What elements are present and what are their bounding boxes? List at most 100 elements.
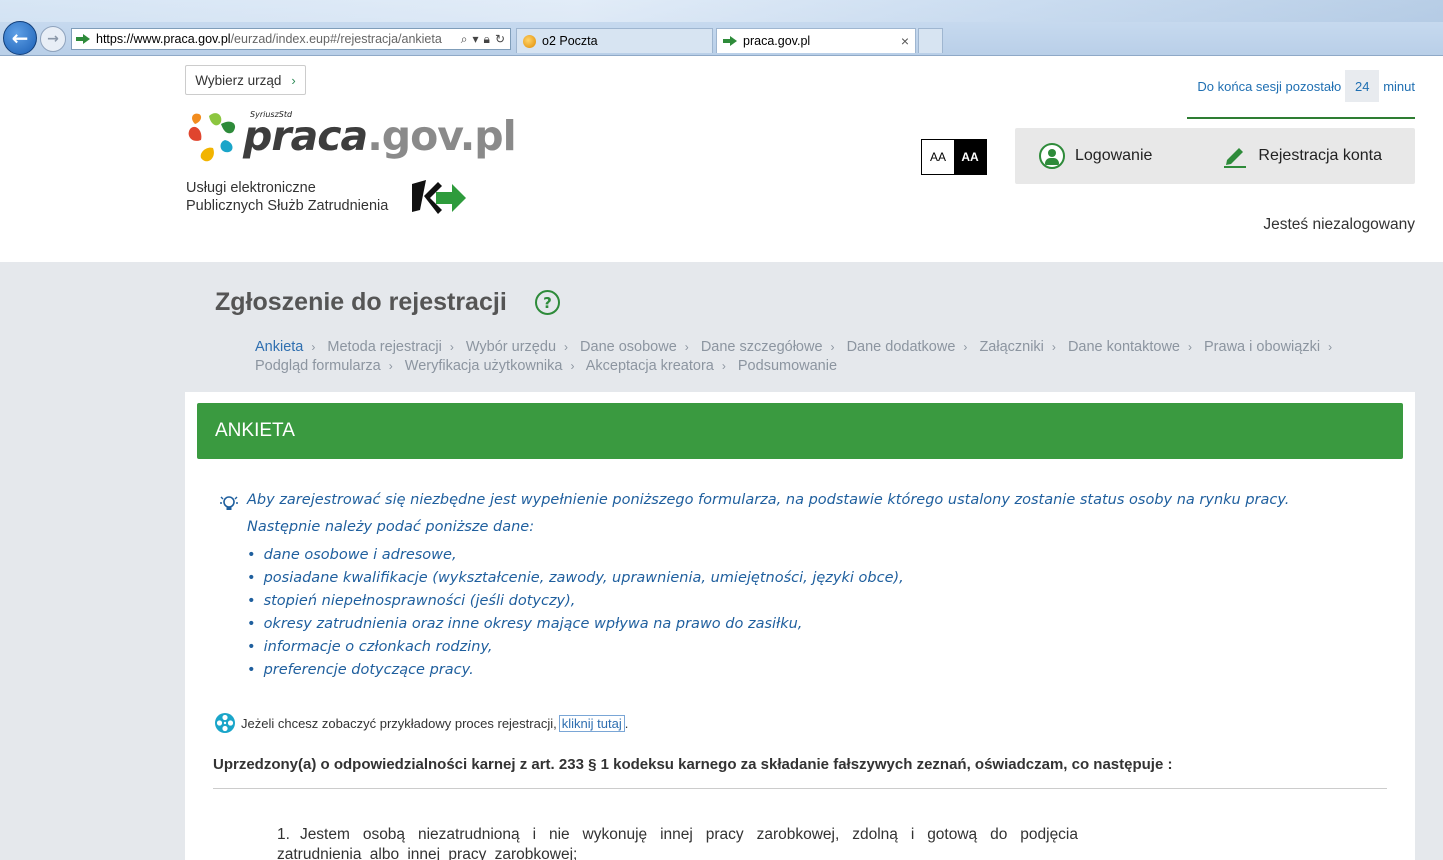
logo-text: praca.gov.pl	[243, 116, 517, 157]
session-suffix: minut	[1383, 78, 1415, 94]
step-9: Prawa i obowiązki	[1204, 339, 1321, 355]
font-normal-button[interactable]: AA	[922, 140, 954, 174]
font-contrast-button[interactable]: AA	[954, 140, 986, 174]
o2-icon	[523, 34, 536, 48]
example-text: Jeżeli chcesz zobaczyć przykładowy proce…	[241, 715, 557, 731]
step-8: Dane kontaktowe	[1067, 339, 1180, 355]
list-item: dane osobowe i adresowe,	[247, 547, 904, 570]
help-icon[interactable]: ?	[535, 290, 560, 315]
register-label: Rejestracja konta	[1258, 147, 1383, 164]
declaration-number: 1.	[277, 826, 290, 843]
chevron-right-icon: ›	[449, 340, 454, 354]
divider	[213, 788, 1387, 789]
tagline-line2: Publicznych Służb Zatrudnienia	[186, 198, 389, 214]
logo-praca: praca	[243, 112, 368, 160]
example-process: Jeżeli chcesz zobaczyć przykładowy proce…	[214, 712, 628, 734]
tab-label: praca.gov.pl	[743, 34, 811, 48]
chevron-right-icon: ›	[721, 359, 726, 373]
tagline-line1: Usługi elektroniczne	[186, 180, 316, 196]
list-item: posiadane kwalifikacje (wykształcenie, z…	[247, 570, 904, 593]
auth-panel: Logowanie Rejestracja konta	[1015, 128, 1415, 184]
lock-icon[interactable]: 🔒︎	[484, 32, 490, 47]
user-icon	[1039, 143, 1065, 169]
chevron-right-icon: ›	[564, 340, 569, 354]
login-status: Jesteś niezalogowany	[1263, 216, 1415, 233]
chevron-right-icon: ›	[388, 359, 393, 373]
choose-office-label: Wybierz urząd	[195, 72, 282, 88]
example-end: .	[624, 715, 629, 731]
chevron-right-icon: ›	[291, 72, 296, 88]
tab-praca-gov[interactable]: praca.gov.pl ×	[716, 28, 916, 53]
step-13: Podsumowanie	[737, 358, 838, 374]
section-header: ANKIETA	[197, 403, 1403, 459]
browser-chrome: ← → https://www.praca.gov.pl/eurzad/inde…	[0, 0, 1443, 56]
register-button[interactable]: Rejestracja konta	[1222, 143, 1382, 169]
site-arrow-icon	[723, 36, 737, 46]
chevron-right-icon: ›	[963, 340, 968, 354]
site-header: Wybierz urząd › SyriuszStd praca.gov.pl …	[0, 56, 1443, 262]
step-3: Wybór urzędu	[465, 339, 557, 355]
chevron-right-icon: ›	[1328, 340, 1333, 354]
login-button[interactable]: Logowanie	[1039, 143, 1152, 169]
step-1[interactable]: Ankieta	[255, 339, 303, 355]
url-path: /eurzad/index.eup#/rejestracja/ankieta	[230, 32, 442, 46]
tab-label: o2 Poczta	[542, 34, 598, 48]
tagline: Usługi elektroniczne Publicznych Służb Z…	[186, 179, 388, 215]
new-tab-button[interactable]	[918, 28, 943, 53]
session-divider	[1187, 117, 1415, 119]
form-card: ANKIETA Aby zarejestrować się niezbędne …	[185, 392, 1415, 860]
step-10: Podgląd formularza	[255, 358, 381, 374]
search-icon[interactable]: ⌕	[461, 32, 468, 47]
psz-logo-icon	[412, 180, 466, 214]
forward-button[interactable]: →	[40, 26, 66, 52]
address-bar[interactable]: https://www.praca.gov.pl/eurzad/index.eu…	[71, 28, 511, 50]
film-reel-icon	[215, 713, 235, 733]
step-2: Metoda rejestracji	[327, 339, 442, 355]
logo-gov: .gov.pl	[367, 112, 516, 160]
info-line-1: Aby zarejestrować się niezbędne jest wyp…	[247, 492, 1290, 508]
pencil-icon	[1224, 148, 1247, 168]
logo[interactable]: SyriuszStd praca.gov.pl	[185, 106, 517, 166]
session-prefix: Do końca sesji pozostało	[1197, 78, 1342, 94]
registration-steps: Ankieta › Metoda rejestracji › Wybór urzęd…	[255, 338, 1365, 376]
titlebar-background	[0, 0, 1443, 22]
main-content: Zgłoszenie do rejestracji ? Ankieta › Met…	[0, 262, 1443, 860]
lightbulb-icon	[220, 496, 238, 510]
choose-office-button[interactable]: Wybierz urząd ›	[185, 65, 306, 95]
step-5: Dane szczegółowe	[700, 339, 823, 355]
chevron-right-icon: ›	[684, 340, 689, 354]
declaration-text: Jestem osobą niezatrudnioną i nie wykonu…	[277, 826, 1078, 860]
step-7: Załączniki	[979, 339, 1044, 355]
legal-warning: Uprzedzony(a) o odpowiedzialności karnej…	[213, 756, 1173, 773]
list-item: okresy zatrudnienia oraz inne okresy maj…	[247, 616, 904, 639]
refresh-icon[interactable]: ↻	[495, 32, 505, 47]
step-11: Weryfikacja użytkownika	[404, 358, 563, 374]
font-size-switch: AA AA	[921, 139, 987, 175]
page-title: Zgłoszenie do rejestracji	[215, 288, 507, 316]
url-host: https://www.praca.gov.pl	[96, 32, 231, 46]
chevron-right-icon: ›	[311, 340, 316, 354]
close-tab-icon[interactable]: ×	[901, 33, 909, 49]
step-4: Dane osobowe	[580, 339, 677, 355]
declaration-item: 1. Jestem osobą niezatrudnioną i nie wyko…	[277, 825, 1078, 860]
chevron-right-icon: ›	[1051, 340, 1056, 354]
tab-o2-poczta[interactable]: o2 Poczta	[516, 28, 713, 53]
info-list: dane osobowe i adresowe, posiadane kwali…	[247, 547, 904, 685]
step-12: Akceptacja kreatora	[585, 358, 714, 374]
dropdown-icon[interactable]: ▾	[473, 32, 479, 47]
session-timer: Do końca sesji pozostało 24 minut	[1197, 70, 1415, 102]
info-line-2: Następnie należy podać poniższe dane:	[247, 519, 535, 535]
list-item: stopień niepełnosprawności (jeśli dotycz…	[247, 593, 904, 616]
logo-star-icon	[188, 113, 236, 162]
chevron-right-icon: ›	[570, 359, 575, 373]
list-item: informacje o członkach rodziny,	[247, 639, 904, 662]
chevron-right-icon: ›	[830, 340, 835, 354]
login-label: Logowanie	[1075, 147, 1153, 164]
session-minutes: 24	[1345, 70, 1380, 102]
step-6: Dane dodatkowe	[846, 339, 956, 355]
site-arrow-icon	[76, 34, 90, 44]
example-link[interactable]: kliknij tutaj	[558, 714, 625, 732]
list-item: preferencje dotyczące pracy.	[247, 662, 904, 685]
chevron-right-icon: ›	[1187, 340, 1192, 354]
back-button[interactable]: ←	[3, 21, 37, 55]
